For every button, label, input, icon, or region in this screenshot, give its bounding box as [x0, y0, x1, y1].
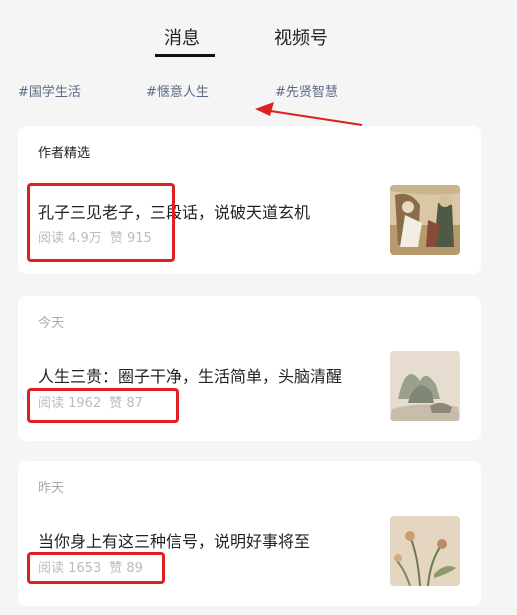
card-date-label: 昨天	[38, 481, 65, 496]
painting-sages-image	[390, 185, 460, 255]
flower-painting-image	[390, 516, 460, 586]
article-stats: 阅读 1962 赞 87	[38, 392, 151, 411]
article-card[interactable]: 作者精选 孔子三见老子，三段话，说破天道玄机 阅读 4.9万赞 915	[18, 126, 481, 274]
article-thumbnail[interactable]	[390, 351, 460, 421]
hashtag-guoxue-life[interactable]: #国学生活	[18, 81, 81, 100]
article-thumbnail[interactable]	[390, 516, 460, 586]
landscape-painting-image	[390, 351, 460, 421]
card-date-label: 今天	[38, 316, 65, 331]
hashtag-row: #国学生活 #惬意人生 #先贤智慧	[0, 81, 517, 103]
hashtag-sage-wisdom[interactable]: #先贤智慧	[275, 81, 338, 100]
article-stats: 阅读 1653 赞 89	[38, 557, 151, 576]
tab-messages[interactable]: 消息	[164, 24, 200, 50]
like-count: 赞 915	[109, 231, 152, 246]
article-title[interactable]: 人生三贵：圈子干净，生活简单，头脑清醒	[38, 363, 342, 387]
card-section-label: 作者精选	[38, 146, 91, 161]
article-stats: 阅读 4.9万赞 915	[38, 227, 160, 246]
article-title[interactable]: 孔子三见老子，三段话，说破天道玄机	[38, 199, 310, 223]
article-card[interactable]: 昨天 当你身上有这三种信号，说明好事将至 阅读 1653 赞 89	[18, 461, 481, 606]
article-title[interactable]: 当你身上有这三种信号，说明好事将至	[38, 528, 310, 552]
article-card[interactable]: 今天 人生三贵：圈子干净，生活简单，头脑清醒 阅读 1962 赞 87	[18, 296, 481, 441]
read-count: 阅读 1962	[38, 396, 102, 411]
like-count: 赞 87	[109, 396, 143, 411]
article-thumbnail[interactable]	[390, 185, 460, 255]
like-count: 赞 89	[109, 561, 143, 576]
tab-video-channel[interactable]: 视频号	[274, 24, 328, 50]
active-tab-indicator	[155, 54, 215, 57]
read-count: 阅读 4.9万	[38, 231, 102, 246]
hashtag-leisure-life[interactable]: #惬意人生	[146, 81, 209, 100]
read-count: 阅读 1653	[38, 561, 102, 576]
top-tabs: 消息 视频号	[0, 0, 517, 60]
